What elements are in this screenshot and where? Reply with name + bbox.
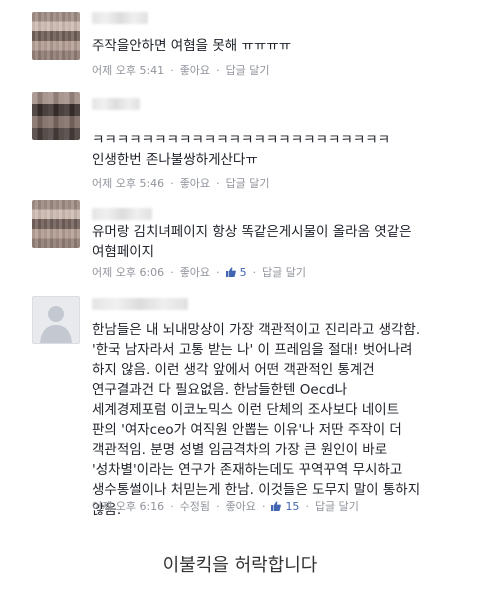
separator-dot: · [216,63,220,77]
reply-link[interactable]: 답글 달기 [262,264,306,280]
comment-text: 주작을안하면 여혐을 못해 ㅠㅠㅠㅠ [92,38,292,54]
separator-dot: · [170,499,174,513]
separator-dot: · [170,265,174,279]
comment-time[interactable]: 어제 오후 5:41 [92,62,164,78]
like-link[interactable]: 좋아요 [180,62,210,78]
comment-meta: 어제 오후 5:46 · 좋아요 · 답글 달기 [92,175,270,191]
comment-text: ㅋㅋㅋㅋㅋㅋㅋㅋㅋㅋㅋㅋㅋㅋㅋㅋㅋㅋㅋㅋㅋㅋㅋㅋ 인생한번 존나불쌍하게산다ㅠ [92,132,391,168]
comment-meta: 어제 오후 6:06 · 좋아요 · 5 · 답글 달기 [92,264,306,280]
like-link[interactable]: 좋아요 [226,498,256,514]
separator-dot: · [216,176,220,190]
comment-text: 한남들은 내 뇌내망상이 가장 객관적이고 진리라고 생각함. '한국 남자라서… [92,322,421,518]
comment-meta: 어제 오후 6:16 · 수정됨 · 좋아요 · 15 · 답글 달기 [92,498,359,514]
like-count[interactable]: 15 [271,500,299,513]
commenter-name-redacted [92,98,140,110]
separator-dot: · [216,499,220,513]
reply-link[interactable]: 답글 달기 [226,62,270,78]
comment-meta: 어제 오후 5:41 · 좋아요 · 답글 달기 [92,62,270,78]
avatar[interactable] [32,12,80,60]
caption: 이불킥을 허락합니다 [162,555,318,576]
like-link[interactable]: 좋아요 [180,175,210,191]
thumbs-up-icon [271,501,282,511]
avatar[interactable] [32,296,80,344]
like-count-value: 5 [239,265,247,279]
avatar[interactable] [32,200,80,248]
reply-link[interactable]: 답글 달기 [226,175,270,191]
separator-dot: · [261,499,266,513]
like-count-value: 15 [285,499,300,513]
separator-dot: · [216,265,220,279]
reply-link[interactable]: 답글 달기 [315,498,359,514]
separator-dot: · [305,499,309,513]
like-link[interactable]: 좋아요 [180,264,210,280]
avatar-placeholder-icon [33,297,79,343]
commenter-name-redacted [92,298,188,310]
commenter-name-redacted [92,12,148,24]
separator-dot: · [252,265,257,279]
like-count[interactable]: 5 [225,265,247,279]
comment-time[interactable]: 어제 오후 5:46 [92,175,164,191]
comment-time[interactable]: 어제 오후 6:06 [92,264,164,280]
comment-time[interactable]: 어제 오후 6:16 [92,498,164,514]
commenter-name-redacted [92,208,152,220]
separator-dot: · [170,63,174,77]
avatar[interactable] [32,92,80,140]
thumbs-up-icon [225,267,236,277]
comment-text: 유머랑 김치녀페이지 항상 똑같은게시물이 올라옴 엿같은 여혐페이지 [92,224,412,260]
separator-dot: · [170,176,174,190]
edited-label[interactable]: 수정됨 [180,498,210,514]
